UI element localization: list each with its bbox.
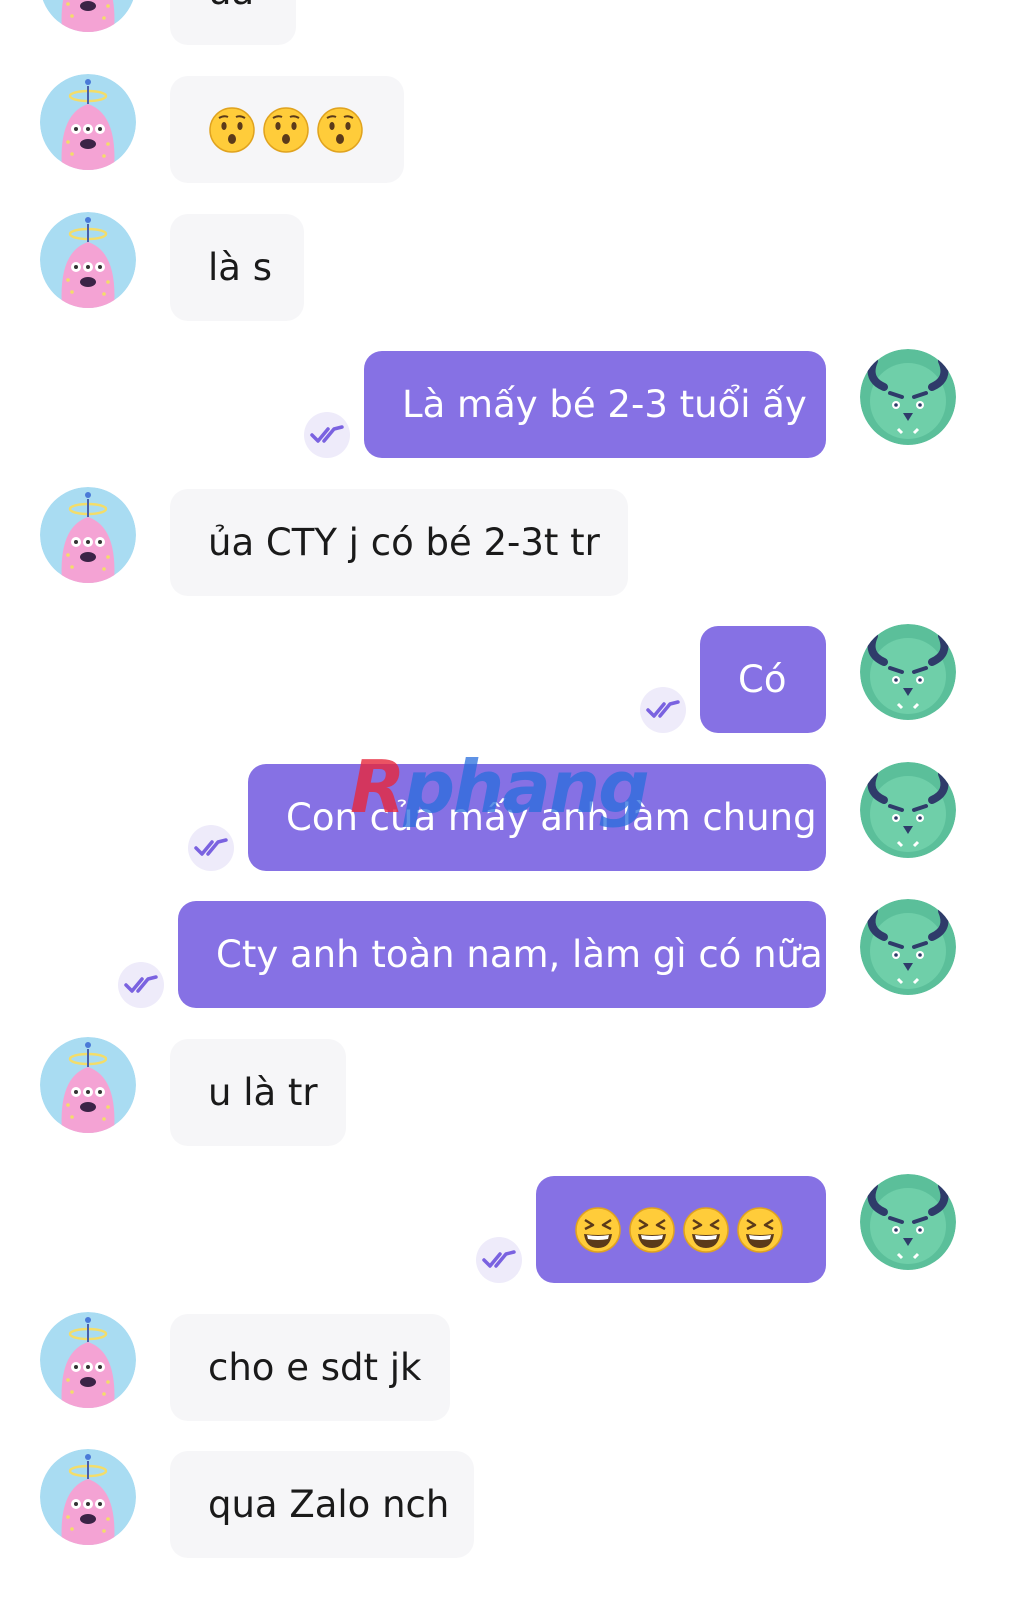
message-text: Có: [738, 658, 787, 701]
hushed-face-icon: [263, 106, 309, 153]
grinning-squinting-face-icon: [683, 1206, 729, 1253]
message-bubble[interactable]: Con của mấy anh làm chung: [248, 764, 826, 871]
message-bubble[interactable]: cho e sdt jk: [170, 1314, 450, 1421]
my-avatar[interactable]: [860, 762, 956, 858]
message-text: cho e sdt jk: [208, 1346, 422, 1389]
hushed-face-icon: [317, 106, 363, 153]
message-bubble[interactable]: ủa CTY j có bé 2-3t tr: [170, 489, 628, 596]
message-text: ừa: [208, 0, 254, 13]
contact-avatar[interactable]: [40, 74, 136, 170]
message-text: Là mấy bé 2-3 tuổi ấy: [402, 383, 807, 426]
message-bubble[interactable]: ừa: [170, 0, 296, 45]
hushed-face-icon: [209, 106, 255, 153]
contact-avatar[interactable]: [40, 212, 136, 308]
message-text: qua Zalo nch: [208, 1483, 450, 1526]
message-text: u là tr: [208, 1071, 318, 1114]
contact-avatar[interactable]: [40, 1037, 136, 1133]
contact-avatar[interactable]: [40, 487, 136, 583]
message-text: Con của mấy anh làm chung: [286, 796, 817, 839]
my-avatar[interactable]: [860, 1174, 956, 1270]
emoji-message: [574, 1206, 784, 1254]
message-bubble[interactable]: qua Zalo nch: [170, 1451, 474, 1558]
read-receipt-double-check-icon: [304, 412, 350, 458]
read-receipt-double-check-icon: [640, 687, 686, 733]
my-avatar[interactable]: [860, 624, 956, 720]
message-bubble[interactable]: Cty anh toàn nam, làm gì có nữa: [178, 901, 826, 1008]
message-text: ủa CTY j có bé 2-3t tr: [208, 521, 600, 564]
emoji-message: [208, 106, 364, 154]
contact-avatar[interactable]: [40, 1312, 136, 1408]
read-receipt-double-check-icon: [118, 962, 164, 1008]
read-receipt-double-check-icon: [476, 1237, 522, 1283]
message-bubble[interactable]: [536, 1176, 826, 1283]
read-receipt-double-check-icon: [188, 825, 234, 871]
message-bubble[interactable]: Là mấy bé 2-3 tuổi ấy: [364, 351, 826, 458]
message-text: là s: [208, 246, 272, 289]
message-bubble[interactable]: u là tr: [170, 1039, 346, 1146]
my-avatar[interactable]: [860, 349, 956, 445]
message-bubble[interactable]: [170, 76, 404, 183]
message-bubble[interactable]: là s: [170, 214, 304, 321]
my-avatar[interactable]: [860, 899, 956, 995]
grinning-squinting-face-icon: [737, 1206, 783, 1253]
message-text: Cty anh toàn nam, làm gì có nữa: [216, 933, 823, 976]
contact-avatar[interactable]: [40, 0, 136, 32]
grinning-squinting-face-icon: [575, 1206, 621, 1253]
grinning-squinting-face-icon: [629, 1206, 675, 1253]
message-bubble[interactable]: Có: [700, 626, 826, 733]
contact-avatar[interactable]: [40, 1449, 136, 1545]
